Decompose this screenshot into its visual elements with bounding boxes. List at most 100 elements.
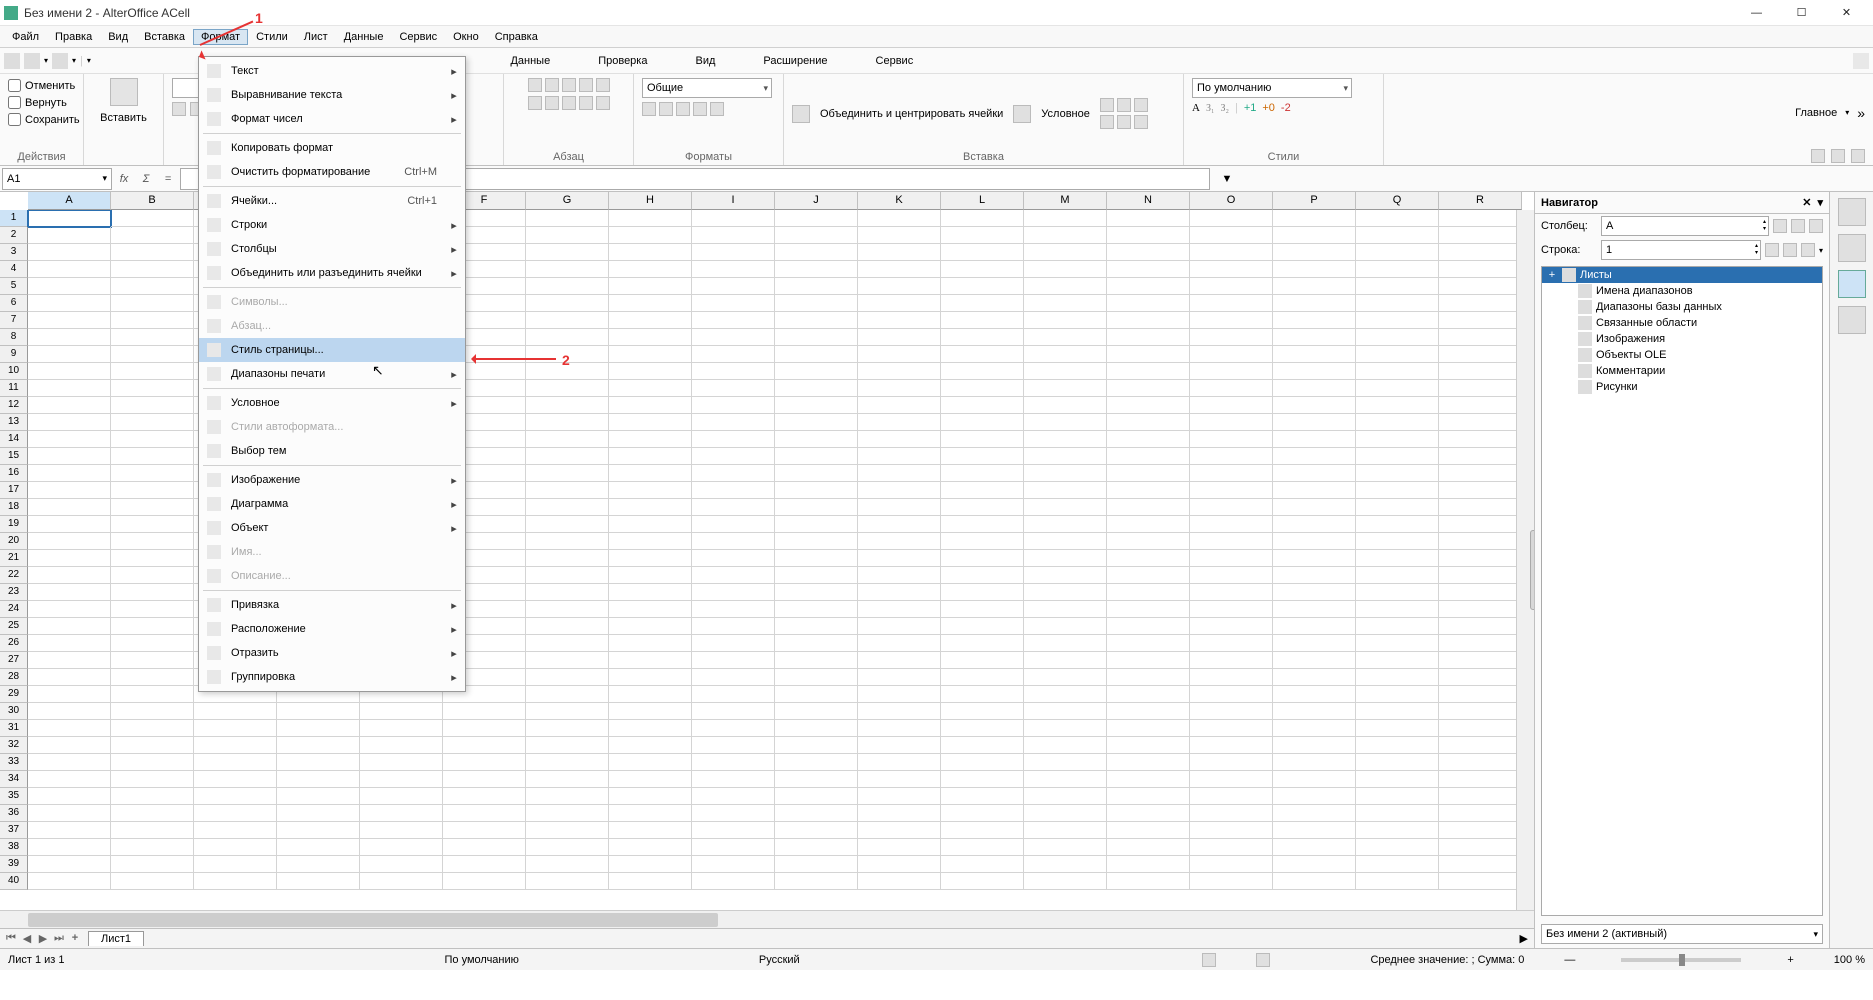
merge-cells-icon[interactable] xyxy=(792,105,810,123)
cell[interactable] xyxy=(1190,567,1273,584)
cell[interactable] xyxy=(111,788,194,805)
cell[interactable] xyxy=(28,686,111,703)
cell[interactable] xyxy=(692,856,775,873)
menu-стили[interactable]: Стили xyxy=(248,29,296,45)
cell[interactable] xyxy=(692,805,775,822)
cell[interactable] xyxy=(526,771,609,788)
cell[interactable] xyxy=(1190,805,1273,822)
cell[interactable] xyxy=(775,312,858,329)
cell[interactable] xyxy=(609,754,692,771)
equals-icon[interactable]: = xyxy=(158,169,178,189)
cell[interactable] xyxy=(1190,703,1273,720)
cell[interactable] xyxy=(1356,533,1439,550)
cell[interactable] xyxy=(1273,703,1356,720)
cell[interactable] xyxy=(1439,295,1522,312)
cell[interactable] xyxy=(858,482,941,499)
cell[interactable] xyxy=(1273,244,1356,261)
cell[interactable] xyxy=(609,431,692,448)
cell[interactable] xyxy=(692,516,775,533)
menu-item[interactable]: Изображение▸ xyxy=(199,468,465,492)
cell[interactable] xyxy=(609,839,692,856)
cell[interactable] xyxy=(443,720,526,737)
cell[interactable] xyxy=(858,550,941,567)
cell[interactable] xyxy=(28,329,111,346)
cell[interactable] xyxy=(28,346,111,363)
cell[interactable] xyxy=(111,261,194,278)
cell[interactable] xyxy=(28,567,111,584)
cell[interactable] xyxy=(1024,380,1107,397)
cell[interactable] xyxy=(1439,703,1522,720)
col-width-icon[interactable] xyxy=(1134,115,1148,129)
cell[interactable] xyxy=(1190,856,1273,873)
cell[interactable] xyxy=(858,873,941,890)
cell[interactable] xyxy=(1190,431,1273,448)
cell[interactable] xyxy=(1107,244,1190,261)
menu-сервис[interactable]: Сервис xyxy=(391,29,445,45)
cell[interactable] xyxy=(941,499,1024,516)
cell[interactable] xyxy=(28,754,111,771)
formula-expand-icon[interactable]: ▼ xyxy=(1218,173,1236,185)
cell[interactable] xyxy=(1107,261,1190,278)
cell[interactable] xyxy=(692,720,775,737)
cell[interactable] xyxy=(775,210,858,227)
cell[interactable] xyxy=(941,601,1024,618)
cell[interactable] xyxy=(692,414,775,431)
menu-item[interactable]: Стиль страницы... xyxy=(199,338,465,362)
cell-reference-box[interactable]: A1 xyxy=(2,168,112,190)
cell[interactable] xyxy=(1024,244,1107,261)
align-right-icon[interactable] xyxy=(562,96,576,110)
zoom-slider[interactable] xyxy=(1621,958,1741,962)
row-header[interactable]: 7 xyxy=(0,312,28,329)
cell[interactable] xyxy=(1107,839,1190,856)
cell[interactable] xyxy=(941,261,1024,278)
dec-dec-icon[interactable] xyxy=(710,102,724,116)
cell[interactable] xyxy=(111,397,194,414)
cell[interactable] xyxy=(609,720,692,737)
cell[interactable] xyxy=(1356,669,1439,686)
cell[interactable] xyxy=(858,771,941,788)
cell[interactable] xyxy=(1107,516,1190,533)
zoom-in-icon[interactable]: + xyxy=(1787,954,1793,966)
col-header-P[interactable]: P xyxy=(1273,192,1356,210)
cell[interactable] xyxy=(1439,601,1522,618)
cell[interactable] xyxy=(1356,652,1439,669)
row-header[interactable]: 9 xyxy=(0,346,28,363)
cell[interactable] xyxy=(1190,669,1273,686)
cell[interactable] xyxy=(1190,754,1273,771)
cell[interactable] xyxy=(858,329,941,346)
cell[interactable] xyxy=(941,431,1024,448)
cell[interactable] xyxy=(1024,584,1107,601)
cell[interactable] xyxy=(28,805,111,822)
cell[interactable] xyxy=(609,686,692,703)
cell[interactable] xyxy=(194,805,277,822)
cell[interactable] xyxy=(858,295,941,312)
row-header[interactable]: 5 xyxy=(0,278,28,295)
cell[interactable] xyxy=(1356,261,1439,278)
cell[interactable] xyxy=(526,482,609,499)
cell[interactable] xyxy=(1439,278,1522,295)
cell[interactable] xyxy=(1273,210,1356,227)
menu-item[interactable]: Расположение▸ xyxy=(199,617,465,641)
cell[interactable] xyxy=(1439,771,1522,788)
wrap-icon[interactable] xyxy=(596,96,610,110)
cell[interactable] xyxy=(526,720,609,737)
cell[interactable] xyxy=(775,431,858,448)
col-header-M[interactable]: M xyxy=(1024,192,1107,210)
sort-icon[interactable] xyxy=(1851,149,1865,163)
cell[interactable] xyxy=(1439,346,1522,363)
cell[interactable] xyxy=(526,533,609,550)
sheet-last-icon[interactable]: ⏭ xyxy=(52,932,66,945)
cell[interactable] xyxy=(1273,856,1356,873)
menu-правка[interactable]: Правка xyxy=(47,29,100,45)
cell[interactable] xyxy=(1356,431,1439,448)
cell[interactable] xyxy=(277,720,360,737)
cell[interactable] xyxy=(858,414,941,431)
cell[interactable] xyxy=(609,737,692,754)
new-icon[interactable] xyxy=(4,53,20,69)
row-header[interactable]: 16 xyxy=(0,465,28,482)
cell[interactable] xyxy=(526,754,609,771)
cell[interactable] xyxy=(111,737,194,754)
cell[interactable] xyxy=(1439,856,1522,873)
cell[interactable] xyxy=(111,516,194,533)
cell[interactable] xyxy=(28,652,111,669)
